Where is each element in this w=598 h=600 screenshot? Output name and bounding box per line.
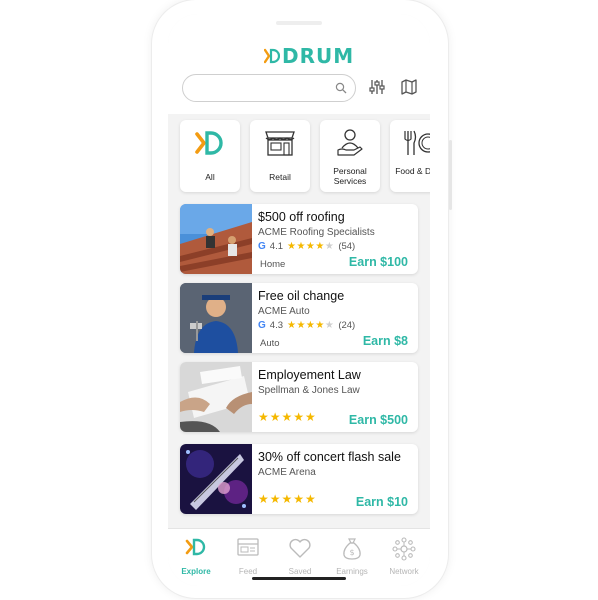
tab-saved[interactable]: Saved (274, 535, 326, 576)
earn-amount: Earn $8 (362, 334, 408, 348)
google-icon: G (258, 320, 266, 331)
network-icon (392, 537, 416, 561)
home-indicator (252, 577, 346, 580)
drum-logo-icon (264, 48, 280, 64)
offer-business: ACME Roofing Specialists (258, 227, 375, 238)
google-rating: G 4.1 ★★★★★ (54) (258, 241, 355, 252)
map-icon[interactable] (400, 78, 418, 96)
search-bar[interactable] (182, 74, 356, 102)
drum-logo-icon (195, 131, 223, 155)
roofing-photo (180, 204, 252, 274)
offer-title: $500 off roofing (258, 210, 345, 224)
category-retail[interactable]: Retail (250, 120, 310, 192)
app-screen: DRUM All Retail Personal Services Food &… (168, 14, 430, 586)
offer-title: 30% off concert flash sale (258, 450, 401, 464)
tab-label: Earnings (336, 567, 368, 576)
category-label: All (205, 172, 215, 182)
storefront-icon (265, 131, 295, 156)
sliders-icon[interactable] (368, 78, 386, 96)
service-person-icon (337, 129, 363, 156)
search-icon[interactable] (335, 82, 347, 94)
star-rating: ★★★★★ (287, 320, 335, 331)
earn-amount: Earn $100 (348, 255, 408, 269)
phone-side-button (449, 140, 452, 210)
category-carousel[interactable]: All Retail Personal Services Food & D (180, 120, 430, 194)
concert-photo (180, 444, 252, 514)
phone-notch (226, 14, 372, 36)
app-logo-text: DRUM (282, 44, 355, 68)
tab-label: Explore (181, 567, 211, 576)
offer-business: ACME Auto (258, 306, 310, 317)
offer-title: Employement Law (258, 368, 361, 382)
category-all[interactable]: All (180, 120, 240, 192)
rating-value: 4.3 (269, 320, 283, 331)
review-count: (54) (338, 241, 356, 252)
offer-category: Auto (260, 338, 280, 349)
offer-title: Free oil change (258, 289, 345, 303)
offer-card[interactable]: 30% off concert flash sale ACME Arena ★★… (180, 444, 418, 514)
svg-text:$: $ (349, 548, 354, 557)
bottom-tab-bar: Explore Feed Saved $ Earnings Network (168, 528, 430, 586)
earn-amount: Earn $10 (355, 495, 408, 509)
app-header: DRUM (168, 14, 430, 114)
google-icon: G (258, 241, 266, 252)
review-count: (24) (338, 320, 356, 331)
drum-logo-icon (185, 538, 206, 556)
offer-card[interactable]: Free oil change ACME Auto G 4.3 ★★★★★ (2… (180, 283, 418, 353)
tab-label: Feed (238, 567, 258, 576)
category-label: Food & Drink (395, 166, 430, 176)
tab-feed[interactable]: Feed (222, 535, 274, 576)
category-label: Personal Services (333, 166, 367, 186)
star-rating: ★★★★★ (287, 241, 335, 252)
feed-icon (237, 538, 259, 556)
law-photo (180, 362, 252, 432)
mechanic-photo (180, 283, 252, 353)
offer-business: Spellman & Jones Law (258, 385, 360, 396)
money-bag-icon: $ (343, 538, 361, 560)
star-rating: ★★★★★ (258, 492, 317, 506)
tab-label: Saved (288, 567, 312, 576)
tab-network[interactable]: Network (378, 535, 430, 576)
google-rating: G 4.3 ★★★★★ (24) (258, 320, 355, 331)
earn-amount: Earn $500 (348, 413, 408, 427)
search-input[interactable] (195, 76, 339, 102)
star-rating: ★★★★★ (258, 410, 317, 424)
heart-icon (289, 538, 311, 558)
tab-explore[interactable]: Explore (170, 535, 222, 576)
speaker (276, 21, 322, 25)
category-food-drink[interactable]: Food & Drink (390, 120, 430, 192)
offer-card[interactable]: Employement Law Spellman & Jones Law ★★★… (180, 362, 418, 432)
offer-card[interactable]: $500 off roofing ACME Roofing Specialist… (180, 204, 418, 274)
app-logo: DRUM (264, 44, 354, 68)
category-personal-services[interactable]: Personal Services (320, 120, 380, 192)
plate-utensils-icon (404, 130, 430, 155)
rating-value: 4.1 (269, 241, 283, 252)
tab-label: Network (389, 567, 419, 576)
offer-business: ACME Arena (258, 467, 316, 478)
category-label: Retail (269, 172, 291, 182)
offer-category: Home (260, 259, 286, 270)
tab-earnings[interactable]: $ Earnings (326, 535, 378, 576)
